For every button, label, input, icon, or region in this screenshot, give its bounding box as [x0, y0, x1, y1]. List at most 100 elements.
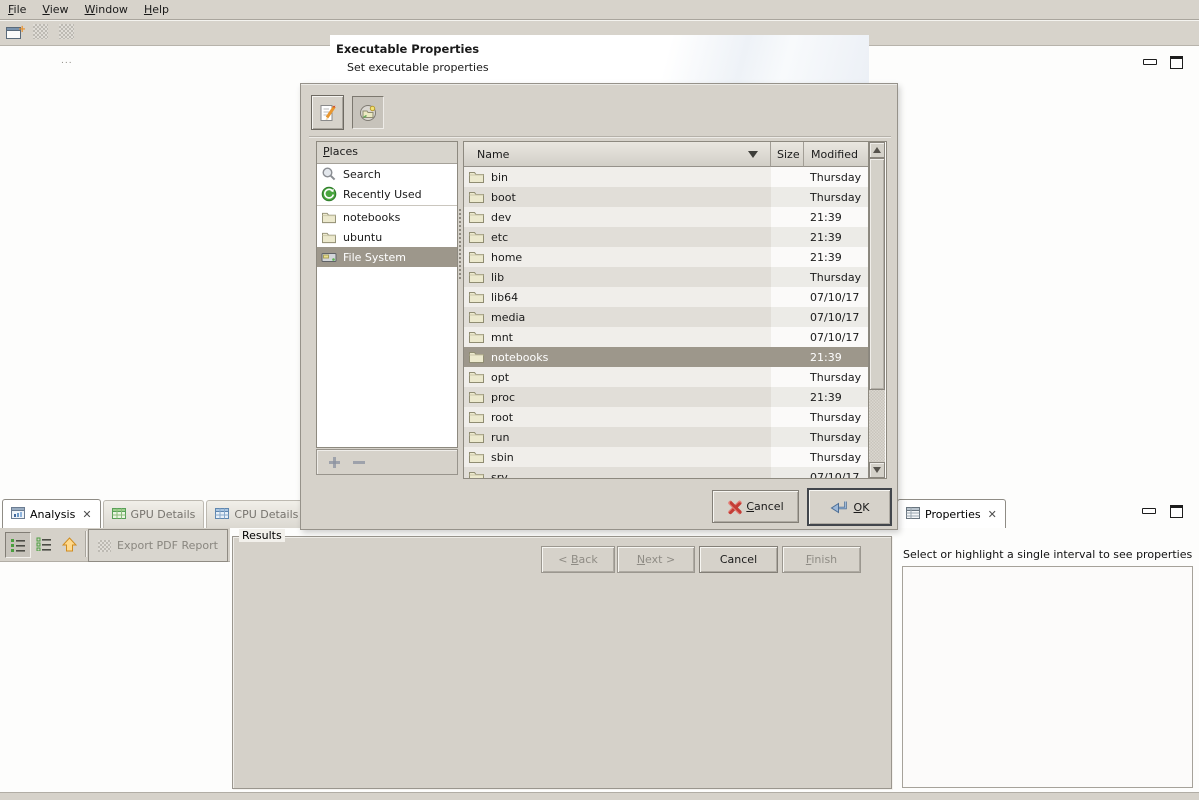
- folder-icon: [468, 430, 485, 444]
- folder-icon: [321, 231, 337, 244]
- file-row[interactable]: home21:39: [464, 247, 868, 267]
- remove-place-icon[interactable]: [353, 461, 365, 464]
- analysis-list-view-icon[interactable]: [5, 532, 31, 558]
- save-icon-disabled: [59, 24, 74, 39]
- column-header-size[interactable]: Size: [771, 142, 804, 167]
- places-panel: Places Search Recently Used notebooks: [316, 141, 458, 448]
- tab-analysis-close-icon[interactable]: ✕: [82, 508, 91, 521]
- file-chooser-dialog: Places Search Recently Used notebooks: [300, 83, 898, 530]
- file-list-scrollbar[interactable]: [868, 142, 885, 478]
- export-pdf-icon: [98, 540, 111, 552]
- type-filename-button[interactable]: [311, 95, 344, 130]
- create-folder-icon: [358, 104, 378, 122]
- menu-file[interactable]: File: [0, 1, 34, 19]
- folder-icon: [468, 270, 485, 284]
- export-pdf-report-button[interactable]: Export PDF Report: [88, 529, 228, 562]
- folder-icon: [468, 410, 485, 424]
- pencil-icon: [318, 103, 338, 123]
- properties-tabstrip: Properties ✕: [897, 500, 1008, 528]
- places-separator: [317, 205, 457, 206]
- file-row[interactable]: srv07/10/17: [464, 467, 868, 478]
- places-header[interactable]: Places: [317, 142, 457, 164]
- file-row[interactable]: notebooks21:39: [464, 347, 868, 367]
- toolbar-separator: [85, 531, 86, 557]
- new-session-icon[interactable]: +: [6, 24, 25, 40]
- file-row[interactable]: media07/10/17: [464, 307, 868, 327]
- file-row[interactable]: bootThursday: [464, 187, 868, 207]
- svg-text:+: +: [18, 24, 25, 35]
- wizard-cancel-button[interactable]: Cancel: [699, 546, 778, 573]
- results-group-label: Results: [239, 529, 285, 542]
- next-button[interactable]: Next >: [617, 546, 695, 573]
- column-header-name[interactable]: Name: [464, 142, 771, 167]
- minimize-icon[interactable]: [1143, 59, 1157, 65]
- file-row[interactable]: lib6407/10/17: [464, 287, 868, 307]
- folder-icon: [468, 190, 485, 204]
- create-folder-button[interactable]: [352, 96, 384, 129]
- file-row[interactable]: mnt07/10/17: [464, 327, 868, 347]
- folder-icon: [468, 210, 485, 224]
- wizard-subtitle: Set executable properties: [347, 61, 489, 74]
- tab-cpu-details[interactable]: CPU Details: [206, 500, 307, 528]
- cancel-x-icon: [727, 500, 741, 514]
- file-row[interactable]: runThursday: [464, 427, 868, 447]
- folder-icon: [468, 310, 485, 324]
- folder-icon: [468, 450, 485, 464]
- tab-gpu-details[interactable]: GPU Details: [103, 500, 205, 528]
- menu-window[interactable]: Window: [77, 1, 136, 19]
- scroll-up-icon[interactable]: [869, 142, 885, 158]
- folder-icon: [468, 350, 485, 364]
- folder-icon: [468, 170, 485, 184]
- drive-icon: [321, 251, 337, 264]
- properties-empty-box: [902, 566, 1193, 788]
- places-item-notebooks[interactable]: notebooks: [317, 207, 457, 227]
- toolbar-overflow-dots: ...: [61, 56, 73, 66]
- recently-used-icon: [321, 186, 337, 202]
- folder-icon: [321, 211, 337, 224]
- file-row[interactable]: optThursday: [464, 367, 868, 387]
- tab-properties-close-icon[interactable]: ✕: [988, 508, 997, 521]
- file-list-body: binThursdaybootThursdaydev21:39etc21:39h…: [464, 167, 868, 478]
- file-row[interactable]: rootThursday: [464, 407, 868, 427]
- cpu-details-icon: [215, 508, 229, 522]
- column-header-modified[interactable]: Modified: [804, 142, 868, 167]
- file-row[interactable]: proc21:39: [464, 387, 868, 407]
- properties-minimize-icon[interactable]: [1142, 508, 1156, 514]
- finish-button[interactable]: Finish: [782, 546, 861, 573]
- properties-icon: [906, 507, 920, 522]
- file-row[interactable]: libThursday: [464, 267, 868, 287]
- chooser-ok-button[interactable]: OK: [807, 488, 892, 526]
- menu-help[interactable]: Help: [136, 1, 177, 19]
- gpu-details-icon: [112, 508, 126, 522]
- add-place-icon[interactable]: [329, 457, 340, 468]
- ok-arrow-icon: [830, 500, 849, 515]
- file-row[interactable]: dev21:39: [464, 207, 868, 227]
- analysis-guided-view-icon[interactable]: [32, 532, 56, 556]
- analysis-icon: [11, 507, 25, 522]
- open-session-icon-disabled: [33, 24, 48, 39]
- properties-maximize-icon[interactable]: [1170, 505, 1183, 518]
- file-row[interactable]: binThursday: [464, 167, 868, 187]
- wizard-title: Executable Properties: [336, 42, 479, 56]
- chooser-cancel-button[interactable]: Cancel: [712, 490, 799, 523]
- scroll-down-icon[interactable]: [869, 462, 885, 478]
- places-item-file-system[interactable]: File System: [317, 247, 457, 267]
- folder-icon: [468, 370, 485, 384]
- folder-icon: [468, 390, 485, 404]
- app-window: { "icons": {"close": "✕", "overflow_dots…: [0, 0, 1199, 799]
- places-item-recently-used[interactable]: Recently Used: [317, 184, 457, 204]
- file-row[interactable]: etc21:39: [464, 227, 868, 247]
- folder-icon: [468, 250, 485, 264]
- file-row[interactable]: sbinThursday: [464, 447, 868, 467]
- places-item-ubuntu[interactable]: ubuntu: [317, 227, 457, 247]
- tab-properties[interactable]: Properties ✕: [897, 499, 1006, 528]
- back-button[interactable]: < Back: [541, 546, 615, 573]
- menu-view[interactable]: View: [34, 1, 76, 19]
- promote-up-arrow-icon[interactable]: [58, 532, 80, 556]
- wizard-header: Executable Properties Set executable pro…: [330, 35, 869, 84]
- tab-analysis[interactable]: Analysis ✕: [2, 499, 101, 528]
- scrollbar-thumb[interactable]: [869, 158, 885, 390]
- chooser-separator: [309, 136, 891, 137]
- maximize-icon[interactable]: [1170, 56, 1183, 69]
- places-item-search[interactable]: Search: [317, 164, 457, 184]
